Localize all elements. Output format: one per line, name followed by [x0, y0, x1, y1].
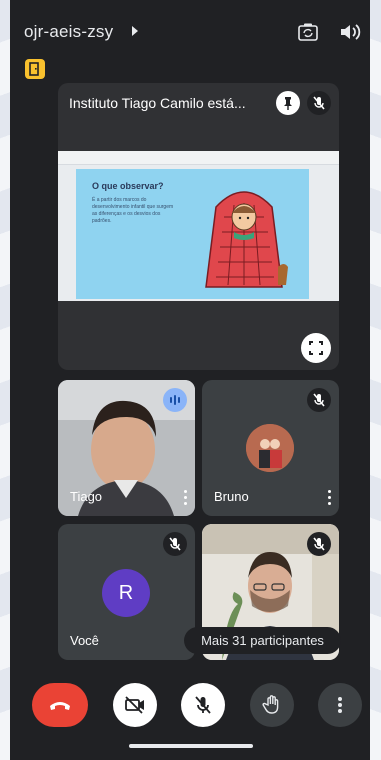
slide-heading: O que observar?	[92, 181, 164, 191]
participant-name: Bruno	[214, 489, 249, 504]
raise-hand-icon	[262, 695, 279, 714]
end-call-icon	[50, 702, 70, 710]
participant-tile-self[interactable]: R Você	[58, 524, 195, 660]
mic-off-icon	[307, 91, 331, 115]
mic-off-icon	[307, 532, 331, 556]
switch-camera-icon[interactable]	[297, 22, 319, 42]
more-options-icon[interactable]	[184, 490, 188, 506]
presentation-toolbar	[58, 151, 339, 165]
more-options-icon[interactable]	[328, 490, 332, 506]
slide: O que observar? É a partir dos marcos do…	[76, 169, 309, 299]
slide-body: É a partir dos marcos do desenvolvimento…	[92, 197, 174, 224]
participant-tile-bruno[interactable]: Bruno	[202, 380, 339, 516]
participant-name: Tiago	[70, 489, 103, 504]
more-participants-button[interactable]: Mais 31 participantes	[184, 627, 341, 654]
raise-hand-button[interactable]	[250, 683, 294, 727]
meeting-details-arrow-icon[interactable]	[132, 26, 138, 36]
participant-name: Você	[70, 633, 99, 648]
top-bar: ojr-aeis-zsy	[10, 0, 370, 56]
more-options-button[interactable]	[318, 683, 362, 727]
avatar	[246, 424, 294, 472]
meeting-code[interactable]: ojr-aeis-zsy	[24, 22, 113, 42]
presentation-tile[interactable]: Instituto Tiago Camilo está... O que obs…	[58, 83, 339, 370]
blanket-child-illustration	[205, 191, 288, 288]
door-icon[interactable]	[25, 59, 45, 79]
speaker-icon[interactable]	[339, 22, 363, 42]
meet-screen: ojr-aeis-zsy Instituto Tiago Camilo está…	[10, 0, 370, 760]
more-vertical-icon	[338, 697, 342, 713]
left-edge-decoration	[0, 0, 10, 760]
mic-off-icon	[307, 388, 331, 412]
mic-off-icon	[195, 696, 211, 714]
end-call-button[interactable]	[32, 683, 88, 727]
speaking-indicator-icon	[163, 388, 187, 412]
mic-off-icon	[163, 532, 187, 556]
avatar: R	[102, 569, 150, 617]
camera-toggle-button[interactable]	[113, 683, 157, 727]
presentation-title: Instituto Tiago Camilo está...	[69, 95, 246, 111]
pin-icon[interactable]	[276, 91, 300, 115]
home-indicator[interactable]	[129, 744, 253, 748]
camera-off-icon	[125, 696, 144, 714]
right-edge-decoration	[370, 0, 381, 760]
participant-tile-tiago[interactable]: Tiago	[58, 380, 195, 516]
shared-screen: O que observar? É a partir dos marcos do…	[58, 151, 339, 301]
mic-toggle-button[interactable]	[181, 683, 225, 727]
fullscreen-icon[interactable]	[301, 333, 331, 363]
